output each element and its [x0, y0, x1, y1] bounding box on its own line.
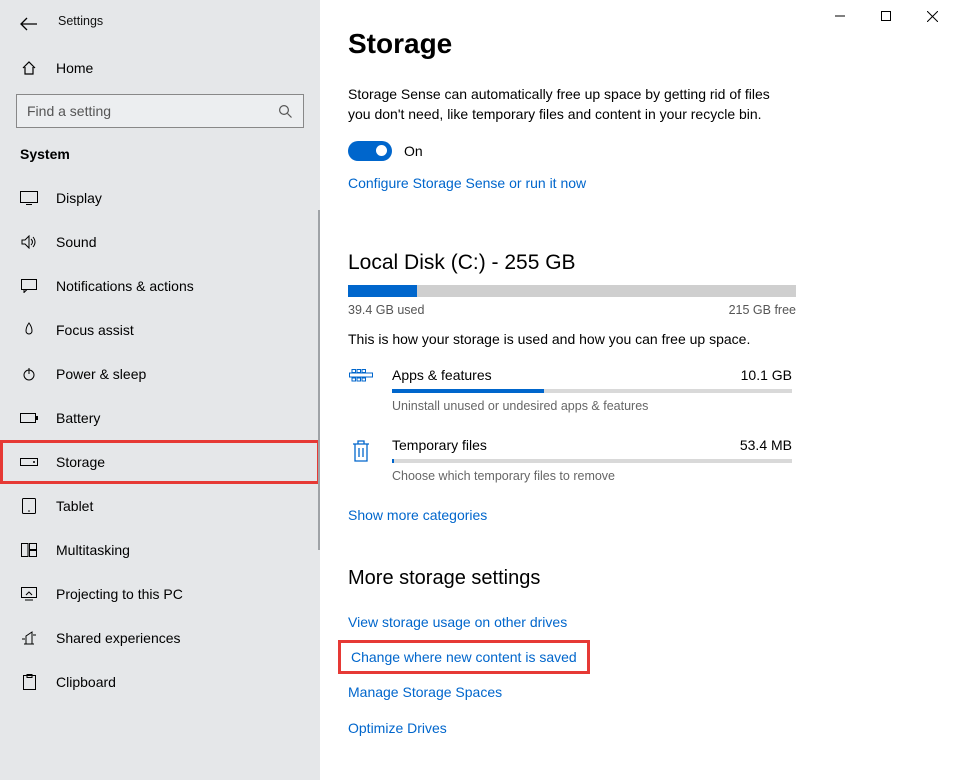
category-size: 53.4 MB — [740, 437, 792, 453]
disk-description: This is how your storage is used and how… — [348, 331, 921, 347]
projecting-icon — [20, 587, 38, 601]
app-title: Settings — [58, 14, 103, 28]
toggle-state-label: On — [404, 143, 423, 159]
category-name: Temporary files — [392, 437, 487, 453]
nav-label: Projecting to this PC — [56, 586, 183, 602]
nav-label: Power & sleep — [56, 366, 146, 382]
disk-usage-bar — [348, 285, 796, 297]
configure-storage-sense-link[interactable]: Configure Storage Sense or run it now — [348, 175, 586, 191]
minimize-button[interactable] — [817, 0, 863, 32]
trash-icon — [348, 437, 374, 463]
link-manage-storage-spaces[interactable]: Manage Storage Spaces — [348, 674, 921, 710]
sidebar-item-clipboard[interactable]: Clipboard — [0, 660, 320, 704]
sidebar-nav: Display Sound Notifications & actions Fo… — [0, 176, 320, 704]
power-icon — [20, 367, 38, 381]
nav-label: Display — [56, 190, 102, 206]
nav-label: Clipboard — [56, 674, 116, 690]
nav-label: Sound — [56, 234, 96, 250]
nav-label: Storage — [56, 454, 105, 470]
maximize-button[interactable] — [863, 0, 909, 32]
sidebar-item-display[interactable]: Display — [0, 176, 320, 220]
storage-sense-toggle-row: On — [348, 141, 921, 161]
sound-icon — [20, 235, 38, 249]
page-title: Storage — [348, 28, 921, 60]
apps-icon — [348, 367, 374, 389]
home-icon — [20, 60, 38, 76]
nav-label: Notifications & actions — [56, 278, 194, 294]
sidebar-item-home[interactable]: Home — [0, 40, 320, 88]
sidebar-section-system: System — [0, 146, 320, 176]
focus-assist-icon — [20, 322, 38, 338]
nav-label: Tablet — [56, 498, 93, 514]
shared-experiences-icon — [20, 631, 38, 645]
sidebar-item-projecting[interactable]: Projecting to this PC — [0, 572, 320, 616]
sidebar-item-sound[interactable]: Sound — [0, 220, 320, 264]
category-subtitle: Uninstall unused or undesired apps & fea… — [392, 399, 792, 413]
show-more-categories-link[interactable]: Show more categories — [348, 507, 487, 523]
back-button[interactable] — [20, 14, 40, 34]
tablet-icon — [20, 498, 38, 514]
category-subtitle: Choose which temporary files to remove — [392, 469, 792, 483]
window-controls — [817, 0, 955, 32]
clipboard-icon — [20, 674, 38, 690]
sidebar-item-notifications[interactable]: Notifications & actions — [0, 264, 320, 308]
display-icon — [20, 191, 38, 205]
sidebar-item-tablet[interactable]: Tablet — [0, 484, 320, 528]
link-optimize-drives[interactable]: Optimize Drives — [348, 710, 921, 746]
multitasking-icon — [20, 543, 38, 557]
nav-label: Multitasking — [56, 542, 130, 558]
sidebar-item-power-sleep[interactable]: Power & sleep — [0, 352, 320, 396]
main-content: Storage Storage Sense can automatically … — [320, 0, 955, 780]
link-view-storage-other-drives[interactable]: View storage usage on other drives — [348, 604, 921, 640]
sidebar: Settings Home Find a setting System Disp… — [0, 0, 320, 780]
search-icon — [278, 104, 293, 119]
sidebar-item-focus-assist[interactable]: Focus assist — [0, 308, 320, 352]
sidebar-item-storage[interactable]: Storage — [0, 440, 320, 484]
storage-icon — [20, 458, 38, 466]
link-change-where-content-saved[interactable]: Change where new content is saved — [338, 640, 590, 674]
disk-free-label: 215 GB free — [729, 303, 796, 317]
storage-sense-toggle[interactable] — [348, 141, 392, 161]
nav-label: Shared experiences — [56, 630, 181, 646]
nav-label: Focus assist — [56, 322, 134, 338]
disk-used-label: 39.4 GB used — [348, 303, 424, 317]
sidebar-item-multitasking[interactable]: Multitasking — [0, 528, 320, 572]
more-settings-heading: More storage settings — [348, 567, 921, 590]
battery-icon — [20, 413, 38, 423]
more-settings-links: View storage usage on other drives Chang… — [348, 604, 921, 746]
close-button[interactable] — [909, 0, 955, 32]
disk-heading: Local Disk (C:) - 255 GB — [348, 251, 921, 275]
category-name: Apps & features — [392, 367, 492, 383]
disk-usage-meta: 39.4 GB used 215 GB free — [348, 303, 796, 317]
nav-label: Battery — [56, 410, 100, 426]
search-input[interactable]: Find a setting — [16, 94, 304, 128]
search-placeholder: Find a setting — [27, 103, 278, 119]
storage-sense-description: Storage Sense can automatically free up … — [348, 84, 778, 125]
category-size: 10.1 GB — [741, 367, 792, 383]
sidebar-item-shared-experiences[interactable]: Shared experiences — [0, 616, 320, 660]
home-label: Home — [56, 60, 93, 76]
category-temporary-files[interactable]: Temporary files 53.4 MB Choose which tem… — [348, 437, 921, 483]
sidebar-item-battery[interactable]: Battery — [0, 396, 320, 440]
notifications-icon — [20, 279, 38, 293]
category-apps-features[interactable]: Apps & features 10.1 GB Uninstall unused… — [348, 367, 921, 413]
